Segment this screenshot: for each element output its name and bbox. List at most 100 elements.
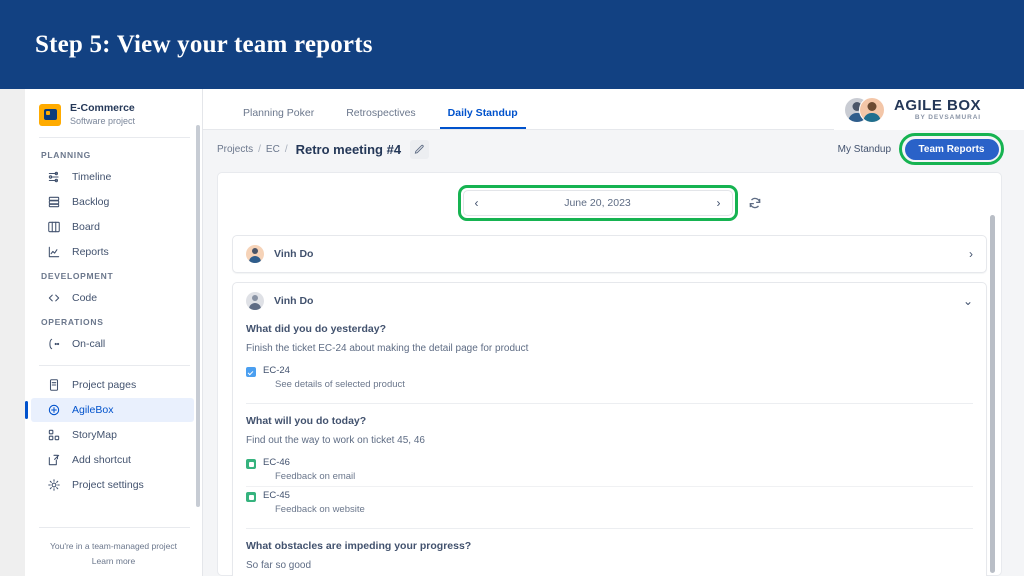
sidebar-item-label: Project pages	[72, 379, 136, 391]
agilebox-icon	[47, 403, 61, 417]
ticket-summary: Feedback on website	[263, 504, 365, 515]
sidebar-item-code[interactable]: Code	[31, 286, 194, 310]
ticket-key[interactable]: EC-46	[263, 457, 355, 468]
task-type-icon	[246, 367, 256, 377]
reports-icon	[47, 245, 61, 259]
left-gutter	[0, 89, 25, 576]
standup-question-title: What obstacles are impeding your progres…	[246, 540, 973, 552]
next-date-button[interactable]: ›	[717, 197, 721, 209]
storymap-icon	[47, 428, 61, 442]
sidebar-item-label: Code	[72, 292, 97, 304]
refresh-icon[interactable]	[748, 196, 762, 210]
on-call-icon	[47, 337, 61, 351]
expand-chevron-icon[interactable]: ›	[969, 248, 973, 260]
banner-title: Step 5: View your team reports	[35, 31, 373, 59]
sidebar-item-label: Add shortcut	[72, 454, 131, 466]
gear-icon	[47, 478, 61, 492]
brand-name: AGILE BOX	[894, 98, 981, 113]
breadcrumb: Projects / EC / Retro meeting #4	[217, 142, 401, 157]
standup-question-block: What will you do today?Find out the way …	[246, 403, 973, 519]
my-standup-link[interactable]: My Standup	[838, 144, 895, 155]
sidebar-item-storymap[interactable]: StoryMap	[31, 423, 194, 447]
sidebar-section-label: PLANNING	[25, 144, 202, 164]
sidebar-item-backlog[interactable]: Backlog	[31, 190, 194, 214]
sidebar-scrollbar[interactable]	[196, 125, 200, 507]
learn-more-link[interactable]: Learn more	[35, 556, 192, 566]
content-panel-area: ‹ June 20, 2023 › Vinh Do› Vinh Do ⌄ What d…	[203, 168, 1024, 576]
breadcrumb-item-ec[interactable]: EC	[266, 144, 280, 155]
header-actions: My Standup Team Reports	[838, 133, 1004, 165]
ticket-summary: See details of selected product	[263, 379, 405, 390]
sidebar-item-agilebox[interactable]: AgileBox	[31, 398, 194, 422]
standup-card-header[interactable]: Vinh Do ⌄	[233, 283, 986, 319]
sidebar-item-label: AgileBox	[72, 404, 113, 416]
breadcrumb-separator: /	[258, 144, 261, 155]
project-name: E-Commerce	[70, 102, 135, 115]
standup-card-body: What did you do yesterday?Finish the tic…	[233, 319, 986, 576]
standup-question-title: What will you do today?	[246, 415, 973, 427]
collapse-chevron-icon[interactable]: ⌄	[963, 295, 973, 307]
ticket-row[interactable]: EC-24 See details of selected product	[246, 362, 973, 394]
add-shortcut-icon	[47, 453, 61, 467]
prev-date-button[interactable]: ‹	[475, 197, 479, 209]
sidebar-item-project-settings[interactable]: Project settings	[31, 473, 194, 497]
sidebar-project-header[interactable]: E-Commerce Software project	[25, 98, 202, 137]
instruction-banner: Step 5: View your team reports	[0, 0, 1024, 89]
screenshot-root: Step 5: View your team reports E-Commerc…	[0, 0, 1024, 576]
standup-card[interactable]: Vinh Do ⌄ What did you do yesterday?Finish…	[232, 282, 987, 576]
sidebar-divider	[39, 137, 190, 138]
tab-retrospectives[interactable]: Retrospectives	[330, 107, 431, 129]
edit-title-button[interactable]	[410, 140, 429, 159]
ticket-key[interactable]: EC-45	[263, 490, 365, 501]
team-reports-button[interactable]: Team Reports	[905, 139, 999, 160]
main-area: Planning PokerRetrospectivesDaily Standu…	[203, 89, 1024, 576]
sidebar-item-label: Project settings	[72, 479, 144, 491]
ticket-key[interactable]: EC-24	[263, 365, 405, 376]
panel-scrollbar[interactable]	[990, 215, 995, 573]
sidebar-item-reports[interactable]: Reports	[31, 240, 194, 264]
sidebar-item-label: Timeline	[72, 171, 111, 183]
sidebar-sections: PLANNING Timeline Backlog Board ReportsDEVEL…	[25, 144, 202, 357]
avatar-group[interactable]	[844, 97, 886, 123]
sidebar-item-add-shortcut[interactable]: Add shortcut	[31, 448, 194, 472]
standup-question-answer: Finish the ticket EC-24 about making the…	[246, 343, 973, 354]
standup-card-header[interactable]: Vinh Do›	[233, 236, 986, 272]
sidebar-item-on-call[interactable]: On-call	[31, 332, 194, 356]
standup-question-block: What did you do yesterday?Finish the tic…	[246, 319, 973, 394]
sidebar-item-project-pages[interactable]: Project pages	[31, 373, 194, 397]
tab-bar: Planning PokerRetrospectivesDaily Standu…	[203, 89, 1024, 130]
team-reports-highlight-ring: Team Reports	[899, 133, 1004, 165]
avatar	[859, 97, 885, 123]
timeline-icon	[47, 170, 61, 184]
backlog-icon	[47, 195, 61, 209]
sidebar-section-label: DEVELOPMENT	[25, 265, 202, 285]
pencil-icon	[414, 144, 425, 155]
story-type-icon	[246, 492, 256, 502]
project-avatar-icon	[39, 104, 61, 126]
ticket-row[interactable]: EC-45 Feedback on website	[246, 486, 973, 519]
sidebar-item-label: Board	[72, 221, 100, 233]
date-navigator-row: ‹ June 20, 2023 ›	[232, 185, 987, 221]
page-icon	[47, 378, 61, 392]
ticket-row[interactable]: EC-46 Feedback on email	[246, 454, 973, 486]
standup-panel: ‹ June 20, 2023 › Vinh Do› Vinh Do ⌄ What d…	[217, 172, 1002, 576]
app-body: E-Commerce Software project PLANNING Time…	[0, 89, 1024, 576]
sidebar-item-label: Backlog	[72, 196, 109, 208]
avatar	[246, 292, 264, 310]
sidebar-item-label: On-call	[72, 338, 105, 350]
tab-planning-poker[interactable]: Planning Poker	[227, 107, 330, 129]
ticket-summary: Feedback on email	[263, 471, 355, 482]
tab-list: Planning PokerRetrospectivesDaily Standu…	[227, 107, 534, 129]
breadcrumb-item-projects[interactable]: Projects	[217, 144, 253, 155]
sidebar-item-board[interactable]: Board	[31, 215, 194, 239]
sidebar-item-timeline[interactable]: Timeline	[31, 165, 194, 189]
standup-user-name: Vinh Do	[274, 295, 313, 307]
sidebar-section-label: OPERATIONS	[25, 311, 202, 331]
sidebar-divider-2	[39, 365, 190, 366]
breadcrumb-separator: /	[285, 144, 288, 155]
standup-card[interactable]: Vinh Do›	[232, 235, 987, 273]
page-title: Retro meeting #4	[296, 142, 401, 157]
project-subtitle: Software project	[70, 116, 135, 127]
tab-daily-standup[interactable]: Daily Standup	[432, 107, 534, 129]
sidebar-item-label: StoryMap	[72, 429, 117, 441]
